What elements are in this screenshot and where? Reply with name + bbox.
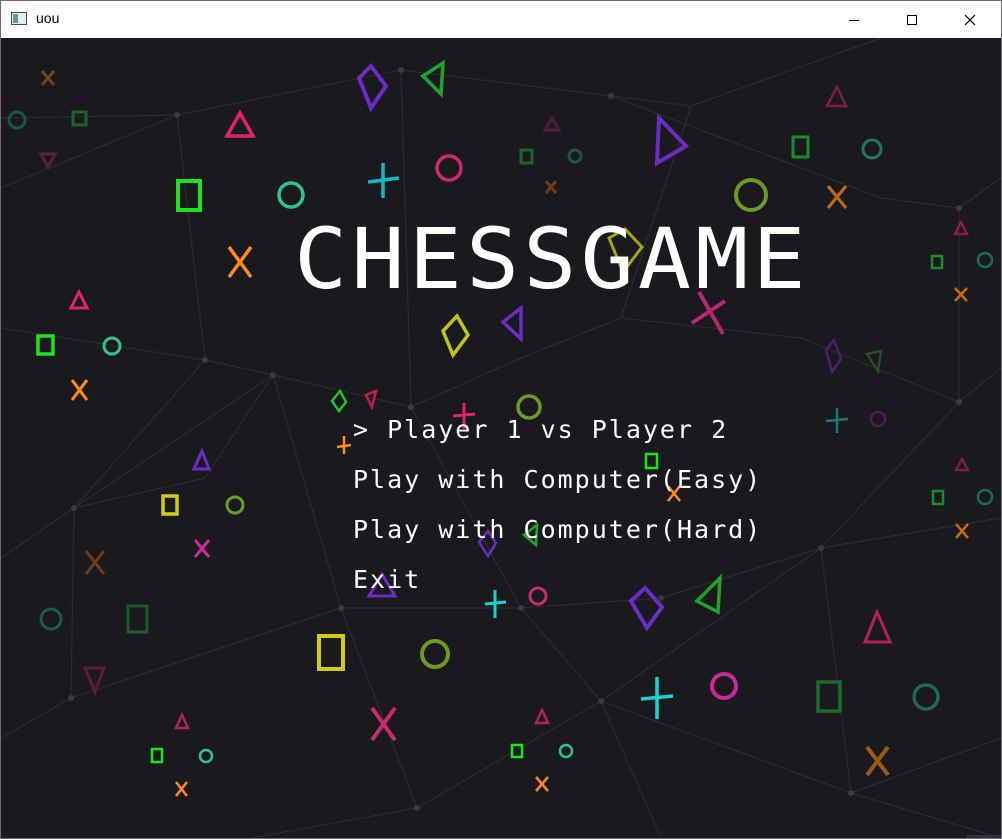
game-title: CHESSGAME — [294, 210, 810, 308]
minimize-icon — [849, 19, 859, 21]
close-icon — [964, 14, 976, 25]
maximize-button[interactable] — [883, 1, 941, 38]
menu-item-computer-easy[interactable]: Play with Computer(Easy) — [353, 462, 762, 512]
app-window: uou CHESSGAME > Player 1 vs Player 2 Pla… — [0, 0, 1002, 839]
menu-item-exit[interactable]: Exit — [353, 562, 762, 612]
close-button[interactable] — [941, 1, 999, 38]
title-bar[interactable]: uou — [1, 1, 1001, 38]
menu-item-player-vs-player[interactable]: > Player 1 vs Player 2 — [353, 412, 762, 462]
app-icon — [11, 12, 27, 25]
main-menu: > Player 1 vs Player 2 Play with Compute… — [353, 412, 762, 612]
game-scene: CHESSGAME > Player 1 vs Player 2 Play wi… — [1, 38, 1001, 838]
menu-item-computer-hard[interactable]: Play with Computer(Hard) — [353, 512, 762, 562]
maximize-icon — [907, 14, 917, 25]
bottom-strip — [967, 835, 1001, 838]
minimize-button[interactable] — [825, 1, 883, 38]
window-title: uou — [36, 10, 60, 26]
